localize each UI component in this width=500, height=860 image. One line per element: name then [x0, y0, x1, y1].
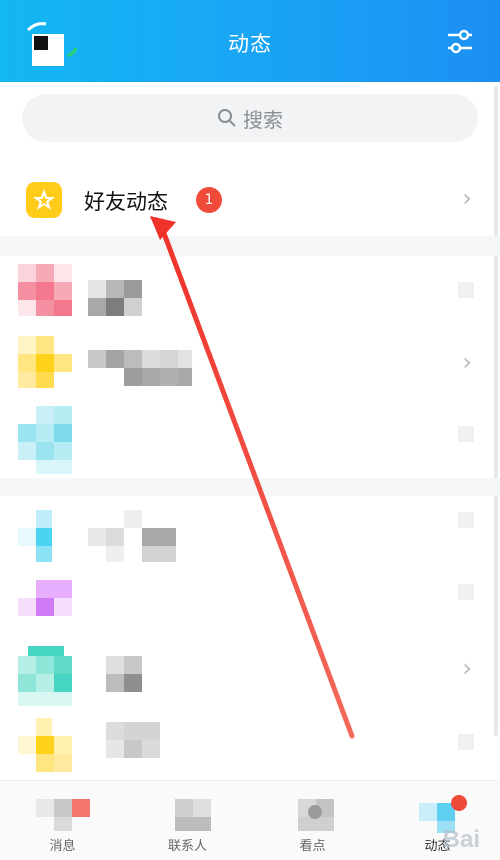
chevron-right-icon: ›	[462, 348, 472, 376]
star-icon	[26, 182, 62, 218]
notification-badge: 1	[196, 187, 222, 213]
nav-contacts[interactable]: 联系人	[125, 781, 250, 860]
nav-label: 动态	[424, 839, 451, 854]
app-header: 动态	[0, 0, 500, 82]
list-item[interactable]	[0, 714, 500, 786]
sliders-icon[interactable]	[446, 28, 474, 56]
list-item[interactable]	[0, 576, 500, 648]
nav-messages[interactable]: 消息	[0, 781, 125, 860]
chevron-right-icon: ›	[462, 654, 472, 682]
list-item[interactable]	[0, 402, 500, 474]
section-divider	[0, 478, 500, 496]
nav-label: 消息	[49, 839, 76, 854]
watch-icon	[292, 789, 334, 831]
bottom-nav: 消息 联系人 看点 动态	[0, 780, 500, 860]
list-item[interactable]	[0, 258, 500, 330]
friend-feed-row[interactable]: 好友动态 ›	[0, 168, 500, 232]
list-item[interactable]	[0, 504, 500, 576]
feed-icon	[417, 789, 467, 833]
section-divider	[0, 236, 500, 256]
nav-feed[interactable]: 动态	[375, 781, 500, 860]
page-title: 动态	[228, 32, 272, 56]
search-input[interactable]: 搜索	[22, 94, 478, 142]
search-icon	[218, 109, 236, 127]
nav-label: 看点	[299, 839, 326, 854]
nav-watch[interactable]: 看点	[250, 781, 375, 860]
search-area: 搜索	[0, 82, 500, 162]
list-item[interactable]: ›	[0, 644, 500, 716]
watermark-logo: Bai	[442, 826, 480, 853]
contacts-icon	[167, 789, 211, 831]
messages-icon	[36, 789, 90, 831]
search-placeholder: 搜索	[243, 107, 283, 132]
chevron-right-icon: ›	[462, 184, 472, 212]
list-item[interactable]: ›	[0, 330, 500, 402]
nav-label: 联系人	[167, 839, 207, 854]
friend-feed-label: 好友动态	[84, 190, 168, 214]
